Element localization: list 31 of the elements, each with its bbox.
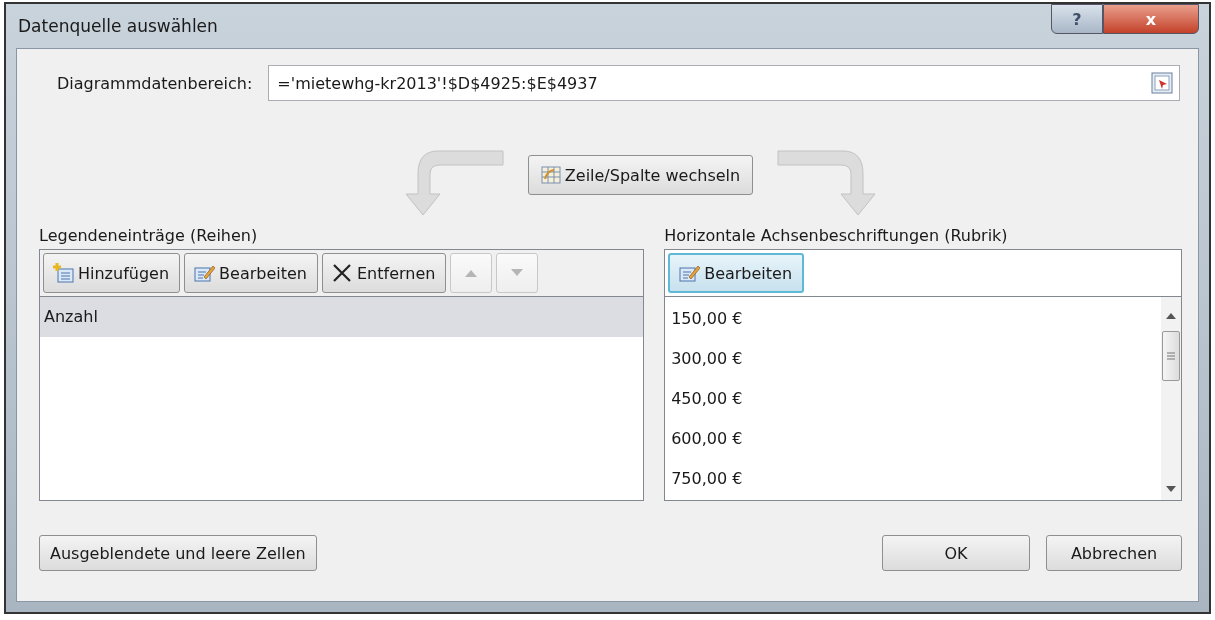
add-series-button[interactable]: Hinzufügen: [43, 253, 181, 293]
categories-label: Horizontale Achsenbeschriftungen (Rubrik): [664, 225, 1009, 247]
scrollbar[interactable]: [1161, 297, 1181, 500]
category-item[interactable]: 600,00 €: [665, 419, 1161, 459]
range-picker-icon[interactable]: [1151, 72, 1173, 94]
switch-row-column-button[interactable]: Zeile/Spalte wechseln: [527, 155, 754, 195]
hidden-and-empty-cells-button[interactable]: Ausgeblendete und leere Zellen: [39, 535, 317, 571]
category-item[interactable]: 450,00 €: [665, 379, 1161, 419]
remove-icon: [331, 262, 353, 284]
series-label: Legendeneinträge (Reihen): [39, 225, 259, 247]
scroll-down-icon[interactable]: [1166, 486, 1176, 492]
table-icon: [540, 165, 561, 185]
cancel-button[interactable]: Abbrechen: [1046, 535, 1182, 571]
category-item[interactable]: 750,00 €: [665, 459, 1161, 499]
scroll-thumb[interactable]: [1162, 331, 1180, 381]
window-title: Datenquelle auswählen: [17, 16, 218, 36]
series-item[interactable]: Anzahl: [40, 297, 644, 337]
remove-series-button[interactable]: Entfernen: [322, 253, 447, 293]
edit-categories-button[interactable]: Bearbeiten: [668, 253, 805, 293]
category-item[interactable]: 300,00 €: [665, 339, 1161, 379]
grip-icon: [1167, 352, 1175, 360]
help-button[interactable]: ?: [1051, 4, 1103, 34]
ok-button[interactable]: OK: [882, 535, 1030, 571]
down-triangle-icon: [510, 268, 525, 278]
add-list-icon: [52, 262, 74, 284]
up-triangle-icon: [464, 268, 479, 278]
category-item[interactable]: 150,00 €: [665, 299, 1161, 339]
range-label: Diagrammdatenbereich:: [57, 73, 253, 93]
range-field[interactable]: ='mietewhg-kr2013'!$D$4925:$E$4937: [268, 65, 1180, 101]
scroll-up-icon[interactable]: [1166, 313, 1176, 319]
edit-series-button[interactable]: Bearbeiten: [184, 253, 318, 293]
